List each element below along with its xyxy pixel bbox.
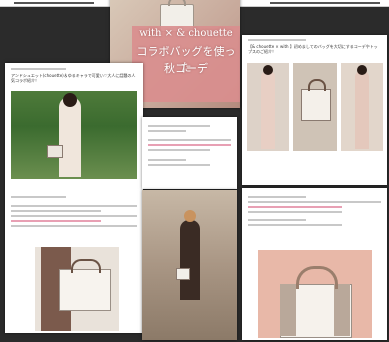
text-line bbox=[248, 211, 343, 213]
text-line bbox=[248, 224, 343, 226]
bag-photo-right bbox=[258, 250, 372, 338]
text-line bbox=[11, 225, 137, 227]
text-line bbox=[11, 215, 137, 217]
model-photo-center bbox=[142, 190, 237, 340]
model-photo-left bbox=[11, 91, 137, 179]
text-line bbox=[248, 201, 381, 203]
text-line bbox=[11, 210, 101, 212]
article-title-left: アンドシュエット(chouette)＆ゆるキャラで可愛い♡大人に話題の人気コラボ… bbox=[11, 73, 136, 83]
text-line bbox=[248, 219, 306, 221]
text-line bbox=[148, 164, 210, 166]
article-page-right[interactable]: 【& chouette × with 】初めましてのバッグを大切にするコーデやト… bbox=[242, 35, 387, 185]
text-line bbox=[148, 159, 186, 161]
model-photo-right-3 bbox=[341, 63, 383, 151]
text-line bbox=[148, 144, 231, 146]
text-line bbox=[148, 130, 186, 132]
text-line bbox=[11, 196, 67, 198]
text-line bbox=[248, 196, 306, 198]
top-text-fragment bbox=[270, 2, 380, 4]
text-line bbox=[148, 125, 210, 127]
article-title-right: 【& chouette × with 】初めましてのバッグを大切にするコーデやト… bbox=[248, 44, 378, 54]
bag-photo-left bbox=[35, 247, 119, 331]
model-photo-right-1 bbox=[247, 63, 289, 151]
model-photo-right-2 bbox=[293, 63, 337, 151]
text-line bbox=[11, 220, 101, 222]
article-page-center[interactable] bbox=[142, 117, 237, 189]
bag-handle bbox=[168, 0, 186, 6]
article-page-right-bottom[interactable] bbox=[242, 188, 387, 340]
article-page-left[interactable]: アンドシュエット(chouette)＆ゆるキャラで可愛い♡大人に話題の人気コラボ… bbox=[5, 63, 143, 333]
article-page-center-bottom[interactable] bbox=[142, 190, 237, 340]
text-line bbox=[248, 206, 343, 208]
text-line bbox=[11, 205, 137, 207]
text-line bbox=[148, 149, 210, 151]
text-line bbox=[148, 139, 231, 141]
top-text-fragment bbox=[14, 2, 94, 4]
banner-line1: with × & chouette bbox=[139, 28, 233, 39]
site-header bbox=[11, 68, 67, 70]
banner-line3: 秋コーデ bbox=[164, 62, 208, 75]
site-header bbox=[248, 39, 306, 41]
